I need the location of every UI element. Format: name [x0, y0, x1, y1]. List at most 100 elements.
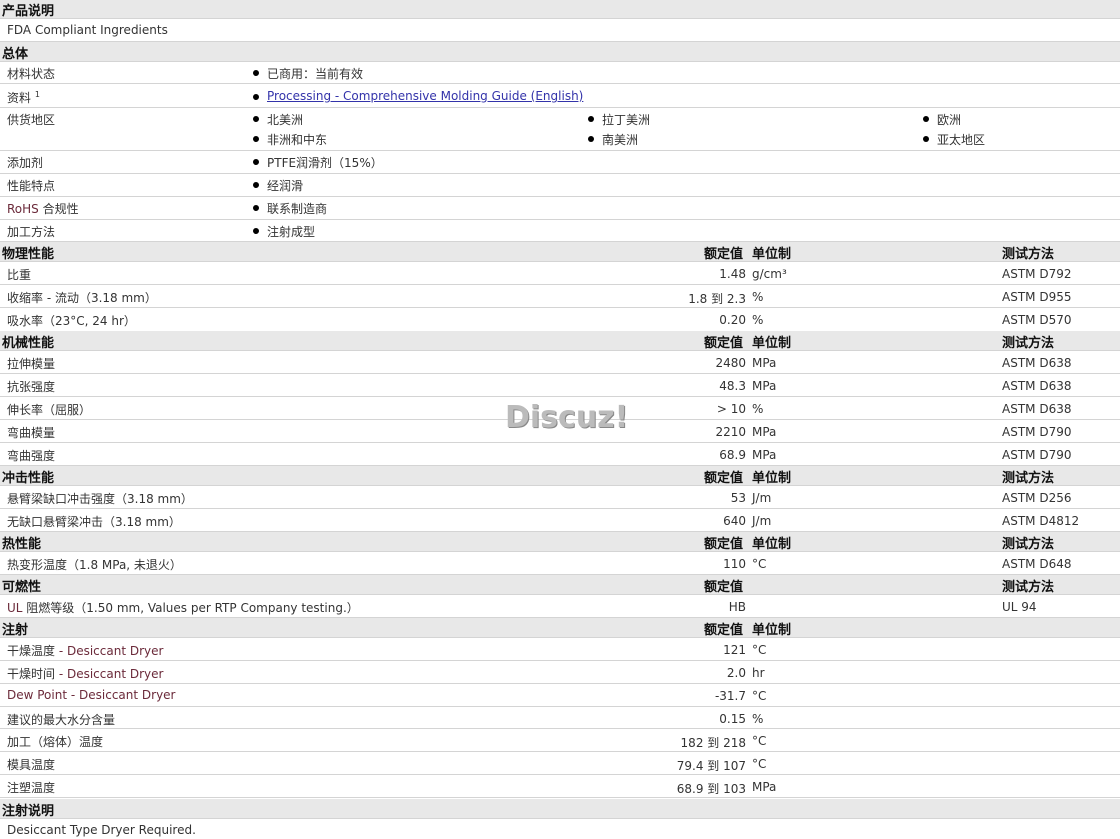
section-title: 注射 — [2, 623, 29, 638]
row-label: Dew Point - Desiccant Dryer — [7, 688, 176, 702]
section-title: 产品说明 — [2, 4, 55, 19]
row-label: 吸水率（23°C, 24 hr） — [7, 314, 136, 328]
row-unit: MPa — [752, 780, 777, 794]
row-method: ASTM D638 — [1002, 402, 1072, 416]
row-label: 干燥温度 - Desiccant Dryer — [7, 644, 164, 658]
col-unit: 单位制 — [752, 537, 792, 552]
list-item: PTFE润滑剂（15%） — [253, 154, 383, 171]
table-row: 收缩率 - 流动（3.18 mm） 1.8 到 2.3% ASTM D955 — [0, 285, 1120, 308]
row-label: 悬臂梁缺口冲击强度（3.18 mm） — [7, 492, 193, 506]
row-method: ASTM D790 — [1002, 425, 1072, 439]
table-row: 热变形温度（1.8 MPa, 未退火） 110 °C ASTM D648 — [0, 552, 1120, 575]
table-row: 加工（熔体）温度 182 到 218 °C — [0, 729, 1120, 752]
row-value: > 10 — [716, 402, 746, 416]
list-item: 欧洲 — [923, 111, 961, 128]
row-unit: °C — [752, 689, 767, 703]
row-unit: MPa — [752, 448, 777, 462]
row-unit: MPa — [752, 379, 777, 393]
col-method: 测试方法 — [1002, 247, 1055, 262]
molding-guide-link[interactable]: Processing - Comprehensive Molding Guide… — [267, 89, 583, 103]
general-row-features: 性能特点 经润滑 — [0, 174, 1120, 197]
row-method: ASTM D638 — [1002, 379, 1072, 393]
section-title: 机械性能 — [2, 336, 55, 351]
row-label: 添加剂 — [7, 156, 44, 170]
section-header-injection-notes: 注射说明 — [0, 799, 1120, 819]
col-unit: 单位制 — [752, 336, 792, 351]
discuz-watermark: Discuz! — [505, 400, 629, 435]
row-label: 注塑温度 — [7, 781, 56, 795]
row-label: 拉伸模量 — [7, 357, 56, 371]
general-row-process: 加工方法 注射成型 — [0, 220, 1120, 242]
row-unit: °C — [752, 557, 767, 571]
row-value: 110 — [723, 557, 746, 571]
table-row: 干燥温度 - Desiccant Dryer 121 °C — [0, 638, 1120, 661]
row-label: 收缩率 - 流动（3.18 mm） — [7, 291, 157, 305]
row-label: 建议的最大水分含量 — [7, 713, 116, 727]
row-unit: MPa — [752, 425, 777, 439]
bullet-icon — [253, 94, 259, 100]
list-item: 南美洲 — [588, 131, 638, 148]
row-label: 热变形温度（1.8 MPa, 未退火） — [7, 558, 182, 572]
section-header-thermal: 热性能 额定值 单位制 测试方法 — [0, 532, 1120, 552]
row-method: ASTM D955 — [1002, 290, 1072, 304]
bullet-icon — [923, 116, 929, 122]
bullet-icon — [588, 116, 594, 122]
table-row: 比重 1.48 g/cm³ ASTM D792 — [0, 262, 1120, 285]
row-method: ASTM D570 — [1002, 313, 1072, 327]
row-value: 53 — [730, 491, 746, 505]
row-label: 无缺口悬臂梁冲击（3.18 mm） — [7, 515, 181, 529]
table-row: 无缺口悬臂梁冲击（3.18 mm） 640 J/m ASTM D4812 — [0, 509, 1120, 532]
bullet-icon — [253, 205, 259, 211]
row-unit: g/cm³ — [752, 267, 787, 281]
col-unit: 单位制 — [752, 471, 792, 486]
row-method: ASTM D4812 — [1002, 514, 1080, 528]
section-title: 注射说明 — [2, 804, 55, 819]
row-label: 抗张强度 — [7, 380, 56, 394]
row-method: ASTM D638 — [1002, 356, 1072, 370]
row-unit: % — [752, 313, 764, 327]
row-label: 伸长率（屈服） — [7, 403, 92, 417]
list-item: 已商用：当前有效 — [253, 65, 363, 82]
row-value: 1.48 — [719, 267, 746, 281]
general-row-documents: 资料 1 Processing - Comprehensive Molding … — [0, 84, 1120, 108]
row-method: UL 94 — [1002, 600, 1037, 614]
row-unit: J/m — [752, 491, 772, 505]
row-value: 68.9 — [719, 448, 746, 462]
list-item: 联系制造商 — [253, 200, 327, 217]
row-method: ASTM D648 — [1002, 557, 1072, 571]
col-value: 额定值 — [704, 247, 744, 262]
list-item: 非洲和中东 — [253, 131, 327, 148]
list-item: 注射成型 — [253, 223, 315, 240]
col-method: 测试方法 — [1002, 537, 1055, 552]
row-value: 0.15 — [719, 712, 746, 726]
row-label: 弯曲模量 — [7, 426, 56, 440]
table-row: 拉伸模量 2480 MPa ASTM D638 — [0, 351, 1120, 374]
section-header-impact: 冲击性能 额定值 单位制 测试方法 — [0, 466, 1120, 486]
bullet-icon — [253, 182, 259, 188]
section-title: 冲击性能 — [2, 471, 55, 486]
col-value: 额定值 — [704, 471, 744, 486]
col-method: 测试方法 — [1002, 580, 1055, 595]
row-value: 68.9 到 103 — [676, 782, 746, 796]
section-title: 热性能 — [2, 537, 42, 552]
bullet-icon — [253, 228, 259, 234]
list-item: Processing - Comprehensive Molding Guide… — [253, 89, 583, 103]
row-value: 2210 — [715, 425, 746, 439]
row-value: 2.0 — [726, 666, 746, 680]
general-row-supply-regions: 供货地区 北美洲 拉丁美洲 欧洲 非洲和中东 南美洲 亚太地区 — [0, 108, 1120, 151]
table-row: 注塑温度 68.9 到 103 MPa — [0, 775, 1120, 798]
row-value: 1.8 到 2.3 — [688, 292, 746, 306]
row-unit: % — [752, 290, 764, 304]
col-value: 额定值 — [704, 580, 744, 595]
table-row: 干燥时间 - Desiccant Dryer 2.0 hr — [0, 661, 1120, 684]
table-row: 建议的最大水分含量 0.15% — [0, 707, 1120, 729]
table-row: 模具温度 79.4 到 107 °C — [0, 752, 1120, 775]
table-row: UL 阻燃等级（1.50 mm, Values per RTP Company … — [0, 595, 1120, 618]
section-title: 物理性能 — [2, 247, 55, 262]
col-method: 测试方法 — [1002, 471, 1055, 486]
bullet-icon — [253, 159, 259, 165]
row-value: 2480 — [715, 356, 746, 370]
col-value: 额定值 — [704, 537, 744, 552]
row-value: 640 — [723, 514, 746, 528]
section-header-flammability: 可燃性 额定值 测试方法 — [0, 575, 1120, 595]
